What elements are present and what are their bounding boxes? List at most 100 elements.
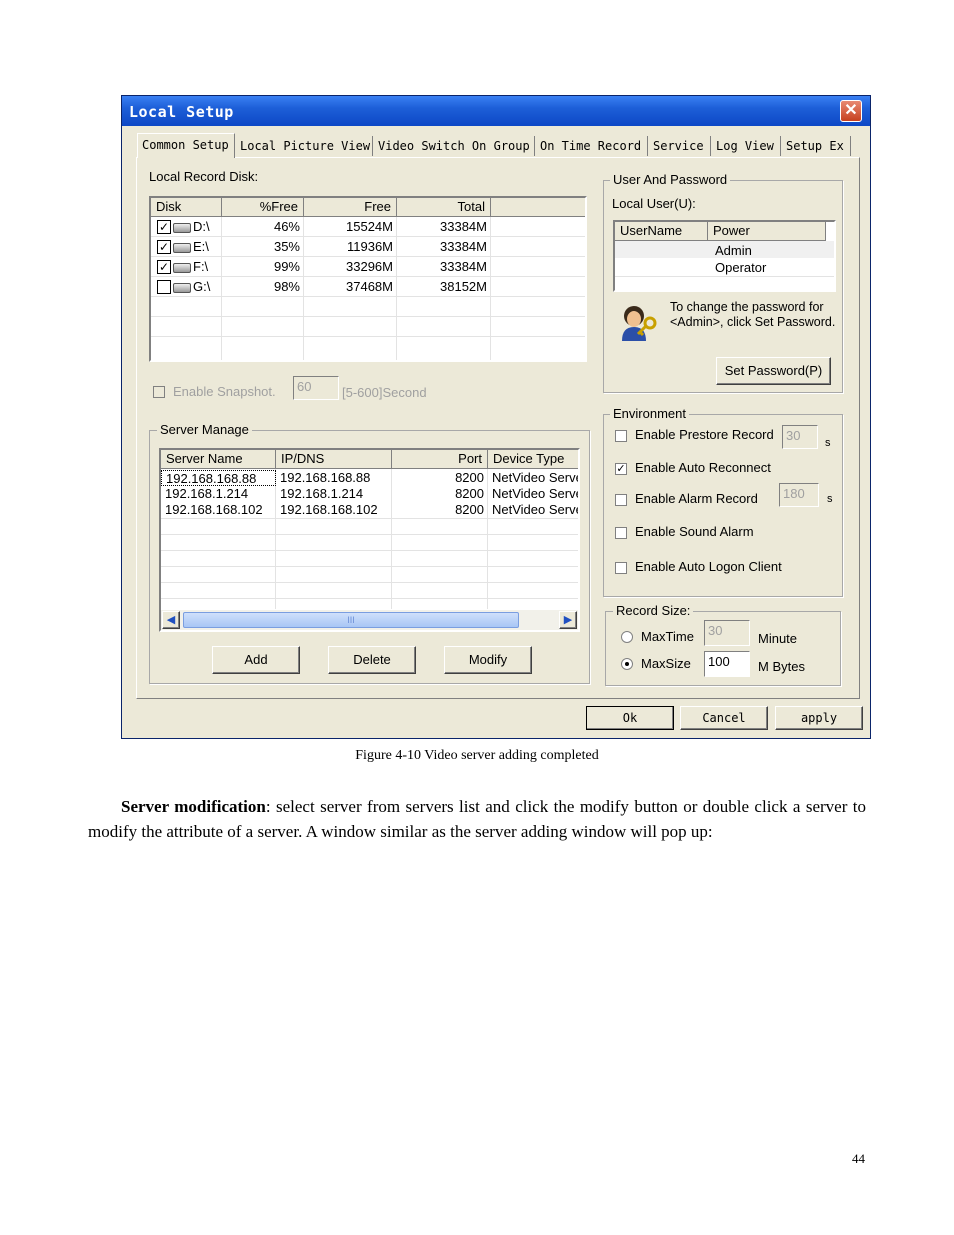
disk-f-pct: 99% xyxy=(273,259,300,274)
auto-reconnect-checkbox[interactable]: ✓ xyxy=(615,463,627,475)
maxtime-label: MaxTime xyxy=(641,629,694,644)
user-power-admin: Admin xyxy=(715,243,752,258)
local-user-label: Local User(U): xyxy=(612,196,696,211)
environment-title: Environment xyxy=(610,406,689,421)
disk-name-cell: G:\ xyxy=(171,277,221,296)
server-port-cell: 8200 xyxy=(455,502,484,517)
password-hint: To change the password for <Admin>, clic… xyxy=(670,300,836,329)
col-server-name[interactable]: Server Name xyxy=(161,450,276,469)
record-size-title: Record Size: xyxy=(613,603,694,618)
col-device-type[interactable]: Device Type xyxy=(488,450,578,469)
drive-icon xyxy=(173,262,191,273)
tab-video-switch-on-group[interactable]: Video Switch On Group xyxy=(374,136,535,156)
disk-e-free: 11936M xyxy=(346,239,393,254)
alarm-record-seconds-input[interactable]: 180 xyxy=(779,483,819,507)
window-title: Local Setup xyxy=(129,103,234,121)
col-username[interactable]: UserName xyxy=(615,222,708,241)
grid-line xyxy=(151,316,585,317)
col-port[interactable]: Port xyxy=(392,450,488,469)
col-free[interactable]: Free xyxy=(304,198,397,217)
disk-name-cell: F:\ xyxy=(171,257,221,276)
title-bar[interactable]: Local Setup ✕ xyxy=(122,96,870,126)
drive-icon xyxy=(173,242,191,253)
snapshot-interval-input[interactable]: 60 xyxy=(293,376,339,400)
disk-list[interactable]: Disk %Free Free Total ✓ D:\ 46% 15524M 3… xyxy=(149,196,587,362)
set-password-button[interactable]: Set Password(P) xyxy=(716,357,831,385)
maxtime-radio[interactable] xyxy=(621,631,633,643)
sound-alarm-label: Enable Sound Alarm xyxy=(635,524,754,539)
add-button[interactable]: Add xyxy=(212,646,300,674)
disk-e-pct: 35% xyxy=(273,239,300,254)
page-number: 44 xyxy=(852,1151,865,1166)
auto-logon-checkbox[interactable] xyxy=(615,562,627,574)
server-type-cell: NetVideo Serve xyxy=(492,486,578,501)
col-total[interactable]: Total xyxy=(397,198,491,217)
prestore-checkbox[interactable] xyxy=(615,430,627,442)
server-type-cell: NetVideo Serve xyxy=(492,502,578,517)
server-type-cell: NetVideo Serve xyxy=(492,470,578,485)
apply-button[interactable]: apply xyxy=(775,706,863,730)
maxtime-input[interactable]: 30 xyxy=(704,620,750,646)
grid-line xyxy=(161,550,578,551)
grid-line xyxy=(161,534,578,535)
ok-button[interactable]: Ok xyxy=(586,706,674,730)
cancel-button[interactable]: Cancel xyxy=(680,706,768,730)
figure-caption: Figure 4-10 Video server adding complete… xyxy=(355,748,599,763)
user-password-title: User And Password xyxy=(610,172,731,187)
col-power[interactable]: Power xyxy=(708,222,826,241)
modify-button[interactable]: Modify xyxy=(444,646,532,674)
grid-line xyxy=(161,598,578,599)
maxsize-input[interactable]: 100 xyxy=(704,651,750,677)
server-ip-cell: 192.168.168.88 xyxy=(280,470,371,485)
disk-d-label: D:\ xyxy=(193,219,210,234)
maxtime-unit: Minute xyxy=(758,631,798,646)
col-pct-free[interactable]: %Free xyxy=(222,198,304,217)
drive-icon xyxy=(173,222,191,233)
tab-local-picture-view[interactable]: Local Picture View xyxy=(236,136,373,156)
local-record-disk-label: Local Record Disk: xyxy=(149,169,259,184)
sound-alarm-checkbox[interactable] xyxy=(615,527,627,539)
disk-f-label: F:\ xyxy=(193,259,209,274)
tab-on-time-record[interactable]: On Time Record xyxy=(536,136,648,156)
checkbox-disk-f[interactable]: ✓ xyxy=(157,260,171,274)
checkbox-disk-e[interactable]: ✓ xyxy=(157,240,171,254)
tab-common-setup[interactable]: Common Setup xyxy=(137,133,235,158)
alarm-record-checkbox[interactable] xyxy=(615,494,627,506)
scroll-thumb[interactable]: III xyxy=(183,612,519,628)
maxsize-radio[interactable] xyxy=(621,658,633,670)
tab-log-view[interactable]: Log View xyxy=(712,136,781,156)
drive-icon xyxy=(173,282,191,293)
horizontal-scrollbar[interactable]: ◀ III ▶ xyxy=(161,610,578,630)
user-power-operator: Operator xyxy=(715,260,767,275)
prestore-unit: s xyxy=(825,437,831,449)
close-icon[interactable]: ✕ xyxy=(840,100,862,122)
auto-logon-label: Enable Auto Logon Client xyxy=(635,559,782,574)
tab-setup-ex[interactable]: Setup Ex xyxy=(782,136,851,156)
maxsize-unit: M Bytes xyxy=(758,659,805,674)
prestore-label: Enable Prestore Record xyxy=(635,427,774,442)
scroll-right-icon[interactable]: ▶ xyxy=(559,611,577,629)
col-ip-dns[interactable]: IP/DNS xyxy=(276,450,392,469)
col-disk[interactable]: Disk xyxy=(151,198,222,217)
server-list[interactable]: Server Name IP/DNS Port Device Type 192.… xyxy=(159,448,580,632)
disk-d-total: 33384M xyxy=(440,219,487,234)
scroll-left-icon[interactable]: ◀ xyxy=(162,611,180,629)
user-list[interactable]: UserName Power Admin Operator xyxy=(613,220,836,292)
checkbox-disk-g[interactable] xyxy=(157,280,171,294)
auto-reconnect-label: Enable Auto Reconnect xyxy=(635,460,771,475)
disk-d-pct: 46% xyxy=(273,219,300,234)
disk-name-cell: E:\ xyxy=(171,237,221,256)
user-name-cell xyxy=(615,259,708,276)
server-manage-title: Server Manage xyxy=(157,422,252,437)
server-name-cell: 192.168.1.214 xyxy=(165,486,249,501)
disk-f-free: 33296M xyxy=(346,259,393,274)
prestore-seconds-input[interactable]: 30 xyxy=(782,425,818,449)
disk-e-label: E:\ xyxy=(193,239,209,254)
checkbox-disk-d[interactable]: ✓ xyxy=(157,220,171,234)
snapshot-range-label: [5-600]Second xyxy=(342,385,427,400)
server-ip-cell: 192.168.1.214 xyxy=(280,486,364,501)
grid-line xyxy=(151,336,585,337)
delete-button[interactable]: Delete xyxy=(328,646,416,674)
snapshot-checkbox[interactable] xyxy=(153,386,165,398)
tab-service[interactable]: Service xyxy=(649,136,711,156)
